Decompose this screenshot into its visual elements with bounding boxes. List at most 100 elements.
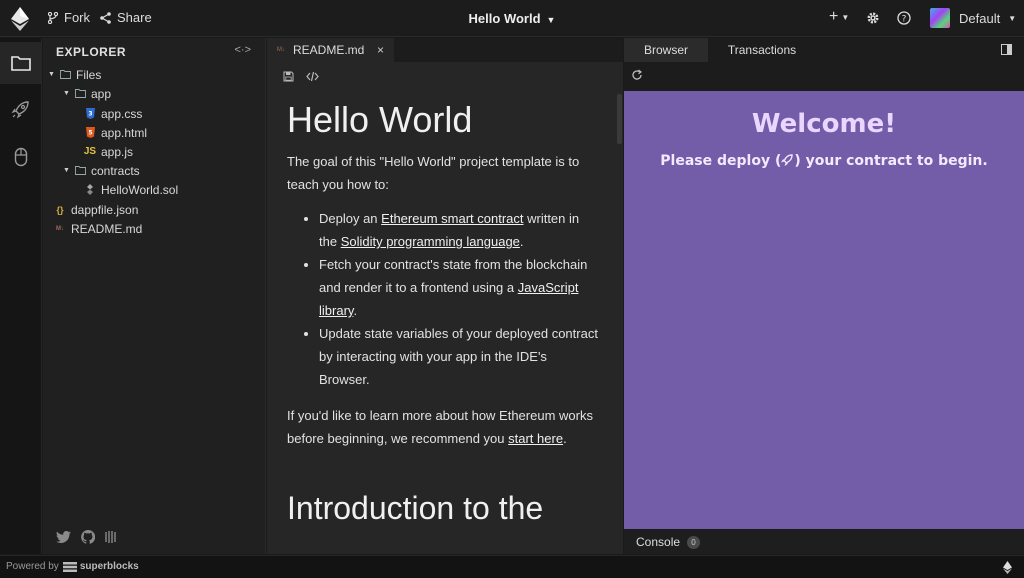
tree-item-dappfile-json[interactable]: {} dappfile.json <box>53 200 138 219</box>
rail-item-deploy[interactable] <box>0 88 42 130</box>
solidity-file-icon <box>83 184 97 195</box>
readme-outro: If you'd like to learn more about how Et… <box>287 404 599 450</box>
console-label: Console <box>636 535 681 549</box>
editor-scrollbar[interactable] <box>617 94 622 144</box>
editor-tab-bar: M↓ README.md × <box>267 38 623 62</box>
outro-text: . <box>563 431 567 446</box>
file-explorer: EXPLORER <·> ▼ Files ▼ app 3 app.css 5 a… <box>43 38 266 554</box>
toggle-panel-icon[interactable] <box>1001 44 1012 55</box>
environment-selector[interactable]: Default ▼ <box>930 8 1016 28</box>
markdown-file-icon: M↓ <box>56 225 64 232</box>
ethereum-smart-contract-link[interactable]: Ethereum smart contract <box>381 211 523 226</box>
list-item: Update state variables of your deployed … <box>319 322 599 391</box>
ethereum-network-icon[interactable] <box>1003 561 1012 574</box>
svg-text:5: 5 <box>88 130 92 137</box>
bullet-text: Update state variables of your deployed … <box>319 326 598 387</box>
folder-icon <box>73 89 87 98</box>
tree-item-label: dappfile.json <box>71 202 139 217</box>
caret-down-icon: ▼ <box>63 90 70 97</box>
rocket-icon <box>11 101 29 119</box>
rocket-icon <box>781 154 794 167</box>
rail-item-files[interactable] <box>0 42 42 84</box>
add-menu-button[interactable]: + ▼ <box>829 8 849 26</box>
editor-toolbar <box>283 71 319 82</box>
svg-text:3: 3 <box>88 111 92 118</box>
tree-item-label: Files <box>76 67 102 82</box>
folder-icon <box>58 70 72 79</box>
reload-icon[interactable] <box>631 69 643 81</box>
tree-item-label: app.html <box>101 125 148 140</box>
tab-readme-md[interactable]: M↓ README.md × <box>267 38 394 62</box>
bullet-text: . <box>353 303 358 318</box>
github-icon[interactable] <box>81 530 95 544</box>
superblocks-brand[interactable]: superblocks <box>62 561 139 572</box>
json-file-icon: {} <box>56 204 64 215</box>
folder-icon <box>11 56 31 71</box>
tree-item-label: app.css <box>101 106 143 121</box>
code-view-icon[interactable] <box>306 71 319 82</box>
save-icon[interactable] <box>283 71 294 82</box>
svg-text:?: ? <box>902 15 907 25</box>
close-tab-icon[interactable]: × <box>377 43 384 57</box>
console-count-badge: 0 <box>687 535 701 549</box>
tree-item-label: app.js <box>101 144 134 159</box>
js-file-icon: JS <box>83 146 97 157</box>
explorer-title: EXPLORER <box>56 45 127 59</box>
tree-item-label: app <box>91 86 112 101</box>
deploy-message: Please deploy ( ) your contract to begin. <box>624 153 1024 169</box>
preview-panel: Browser Transactions Welcome! Please dep… <box>624 38 1024 554</box>
status-bar: Powered by superblocks <box>0 555 1024 578</box>
console-toggle[interactable]: Console 0 <box>624 530 1024 554</box>
caret-down-icon: ▼ <box>48 71 55 78</box>
twitter-icon[interactable] <box>56 531 71 543</box>
tree-item-label: README.md <box>71 221 143 236</box>
tree-item-app-html[interactable]: 5 app.html <box>73 123 147 142</box>
deploy-text: Please deploy ( <box>660 153 782 169</box>
powered-by: Powered by superblocks <box>6 561 139 572</box>
editor-pane: M↓ README.md × Hello World The goal of t… <box>267 38 623 554</box>
tree-item-files[interactable]: ▼ Files <box>48 65 101 84</box>
solidity-language-link[interactable]: Solidity programming language <box>341 234 520 249</box>
help-icon[interactable]: ? <box>897 11 911 25</box>
tree-item-helloworld-sol[interactable]: HelloWorld.sol <box>73 180 178 199</box>
chevron-down-icon: ▼ <box>841 12 850 22</box>
chevron-down-icon: ▼ <box>1008 13 1017 23</box>
chevron-down-icon: ▼ <box>546 15 556 25</box>
tab-transactions[interactable]: Transactions <box>712 38 812 62</box>
tree-item-app-css[interactable]: 3 app.css <box>73 104 142 123</box>
mouse-icon <box>14 147 28 167</box>
tab-browser[interactable]: Browser <box>624 38 708 62</box>
gear-icon[interactable] <box>866 11 880 25</box>
project-title: Hello World <box>468 11 541 26</box>
rail-item-interact[interactable] <box>0 136 42 178</box>
list-item: Deploy an Ethereum smart contract writte… <box>319 207 599 253</box>
start-here-link[interactable]: start here <box>508 431 563 446</box>
readme-heading: Hello World <box>287 99 473 140</box>
avatar <box>930 8 950 28</box>
tree-item-app-folder[interactable]: ▼ app <box>63 84 111 103</box>
add-label: + <box>829 8 839 25</box>
bullet-text: Deploy an <box>319 211 382 226</box>
browser-viewport: Welcome! Please deploy ( ) your contract … <box>624 91 1024 529</box>
tree-item-app-js[interactable]: JS app.js <box>73 142 133 161</box>
tree-item-readme-md[interactable]: M↓ README.md <box>53 219 142 238</box>
tree-item-contracts-folder[interactable]: ▼ contracts <box>63 161 140 180</box>
activity-rail <box>0 38 42 554</box>
readme-bullet-list: Deploy an Ethereum smart contract writte… <box>287 207 599 391</box>
list-item: Fetch your contract's state from the blo… <box>319 253 599 322</box>
tree-item-label: contracts <box>91 163 140 178</box>
deploy-text: ) your contract to begin. <box>794 153 988 169</box>
readme-subheading: Introduction to the <box>287 490 544 526</box>
readme-intro: The goal of this "Hello World" project t… <box>287 154 580 192</box>
bullet-text: . <box>519 234 524 249</box>
caret-down-icon: ▼ <box>63 167 70 174</box>
readme-document: Hello World The goal of this "Hello Worl… <box>287 96 599 527</box>
tab-label: README.md <box>293 43 365 57</box>
welcome-heading: Welcome! <box>751 109 897 139</box>
brand-label: superblocks <box>79 561 139 572</box>
collapse-explorer-icon[interactable]: <·> <box>234 44 251 56</box>
intercom-icon[interactable] <box>105 530 117 544</box>
environment-label: Default <box>959 10 1001 26</box>
top-bar: Fork Share Hello World ▼ + ▼ ? Default ▼ <box>0 0 1024 37</box>
css-file-icon: 3 <box>83 108 97 119</box>
